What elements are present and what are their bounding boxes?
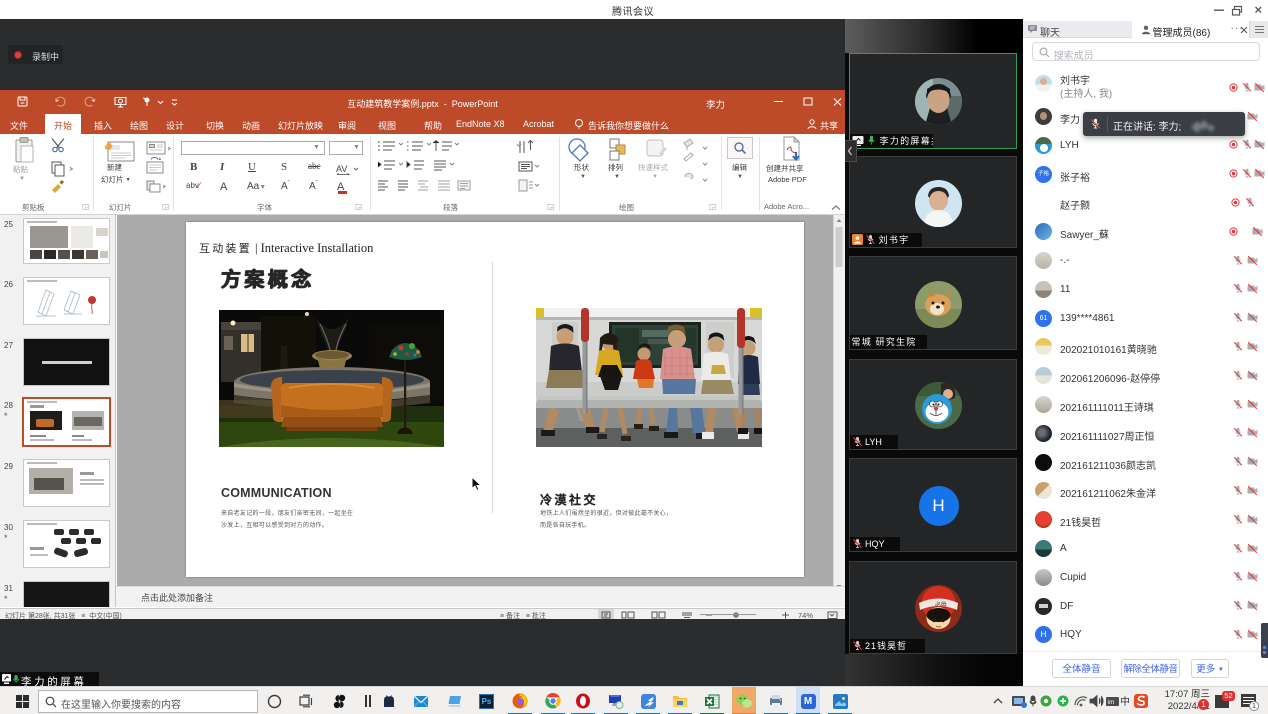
svg-text:74%: 74% — [798, 611, 813, 619]
svg-text:AV: AV — [336, 164, 347, 174]
svg-text:im: im — [1108, 699, 1115, 706]
svg-text:中: 中 — [1120, 695, 1130, 708]
